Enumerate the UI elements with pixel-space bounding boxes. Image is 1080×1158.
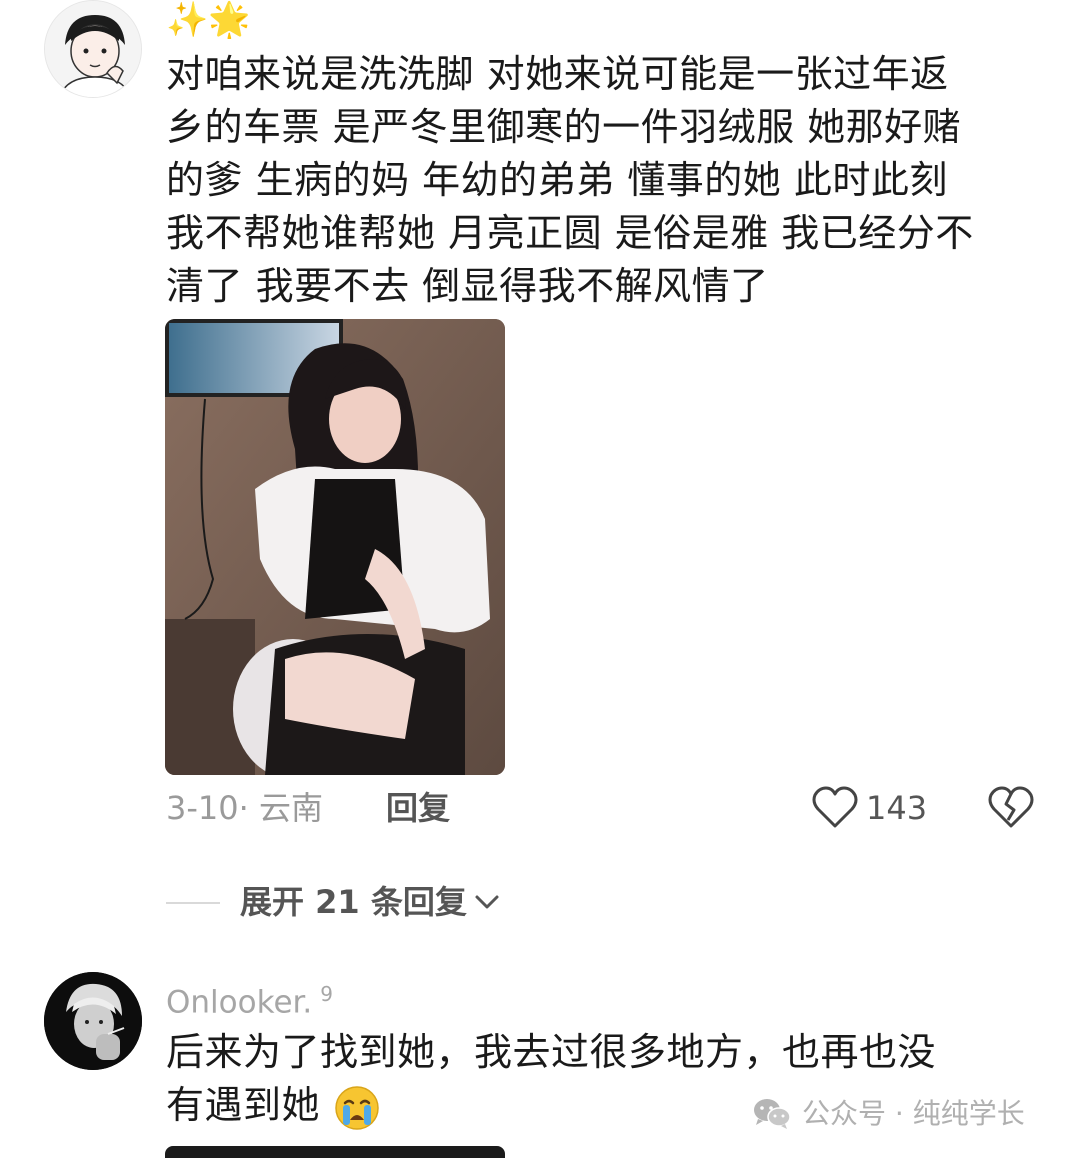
divider (166, 902, 220, 904)
comment-feed: ✨🌟 对咱来说是洗洗脚 对她来说可能是一张过年返 乡的车票 是严冬里御寒的一件羽… (0, 0, 1080, 1158)
comment-line: 清了 我要不去 倒显得我不解风情了 (166, 264, 769, 308)
broken-heart-icon[interactable] (988, 786, 1034, 830)
username[interactable]: Onlooker. 9 (166, 972, 333, 1024)
comment-line: 的爹 生病的妈 年幼的弟弟 懂事的她 此时此刻 (166, 158, 948, 202)
watermark: 公众号 · 纯纯学长 (752, 1094, 1025, 1134)
comment-line: 乡的车票 是严冬里御寒的一件羽绒服 她那好赌 (166, 105, 962, 149)
comment-line-text: 有遇到她 (166, 1083, 321, 1127)
username-badge: 9 (320, 982, 334, 1006)
crying-face-icon (334, 1085, 379, 1130)
sparkle-emoji: ✨🌟 (166, 0, 251, 40)
comment-text: 对咱来说是洗洗脚 对她来说可能是一张过年返 乡的车票 是严冬里御寒的一件羽绒服 … (166, 48, 1046, 313)
watermark-text: 公众号 · 纯纯学长 (802, 1097, 1025, 1130)
comment-photo[interactable] (165, 1146, 505, 1158)
expand-replies-label: 展开 21 条回复 (240, 883, 467, 921)
like-count: 143 (866, 789, 928, 827)
chevron-down-icon (475, 895, 499, 909)
user-avatar[interactable] (44, 0, 142, 98)
heart-outline-icon[interactable] (812, 786, 858, 830)
username-text: Onlooker. (166, 984, 313, 1021)
expand-replies-button[interactable]: 展开 21 条回复 (240, 878, 501, 926)
reply-button[interactable]: 回复 (386, 784, 450, 832)
user-avatar[interactable] (44, 972, 142, 1070)
comment-photo[interactable] (165, 319, 505, 775)
comment-date-location: 3-10· 云南 (166, 789, 323, 827)
comment-line: 我不帮她谁帮她 月亮正圆 是俗是雅 我已经分不 (166, 211, 974, 255)
comment-line: 后来为了找到她，我去过很多地方，也再也没 (166, 1030, 937, 1074)
comment-line: 对咱来说是洗洗脚 对她来说可能是一张过年返 (166, 52, 949, 96)
wechat-icon (754, 1099, 791, 1129)
